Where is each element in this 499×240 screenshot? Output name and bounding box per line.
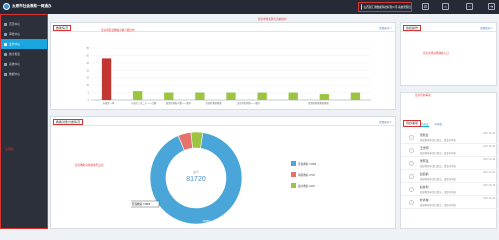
bar-晋源区[interactable] [257, 92, 267, 100]
sidebar-item-0[interactable]: 首页中心 [1, 19, 47, 29]
lock-icon[interactable]: ⊡ [422, 3, 429, 10]
y-tick-label: 35 [86, 47, 89, 50]
sidebar: 首页中心 审批中心 业务中心 统计报表 系统中心 数据中心 左侧栏 [0, 14, 48, 229]
x-tick-label: 杏花岭救助救助 [205, 101, 222, 105]
legend-swatch-2 [291, 183, 296, 188]
bar-阳曲县[interactable] [319, 94, 329, 100]
bar-小店区[interactable] [101, 58, 112, 100]
bar-note: 显示各区县救助对象人数分布 [101, 29, 135, 32]
y-tick-label: 10 [86, 84, 89, 87]
bar-娄烦县[interactable] [350, 92, 361, 100]
list-item[interactable]: 王光明 低保救助申请已提交，请及时审批 2017-01-18 [401, 144, 498, 157]
donut-chart-panel: 救助对象分类情况 查看更多>> 显示救助对象各类型占比 总计 81720 低保救助 … [50, 116, 396, 229]
list-item[interactable]: 张新生 低保救助申请已提交，请及时审批 2017-01-18 [401, 131, 498, 144]
tools-panel: 快捷操作 查看更多>> 显示常用功能快捷入口 [400, 22, 497, 86]
menu-icon [4, 32, 7, 36]
tools-note: 显示常用功能快捷入口 [423, 52, 449, 55]
bar-清徐县[interactable] [288, 92, 298, 100]
bar-尖草坪区[interactable] [226, 92, 236, 100]
top-bar: 太原市社会救助一网通办 山西瑞汇通数据科技有限公司 系统管理员 ⊡ ⌂ ⋯ ➜ [0, 0, 499, 14]
message-icon[interactable]: ⋯ [466, 3, 473, 10]
todo-panel: 显示待办事项 待办事项 待审批 已审批 张新生 低保救助申请已提交，请及时审批 20… [400, 92, 498, 229]
donut-panel-title: 救助对象分类情况 [53, 118, 84, 125]
sidebar-item-3[interactable]: 统计报表 [1, 49, 47, 59]
app-logo [3, 3, 10, 10]
status-circle-icon [409, 187, 414, 192]
todo-panel-header: 待办事项 [401, 93, 496, 127]
menu-icon [4, 52, 7, 56]
legend-swatch-0 [291, 161, 296, 166]
status-circle-icon [409, 200, 414, 205]
donut-legend: 低保救助 74585 特困救助 3735 临时救助 3400 [291, 161, 316, 194]
list-item[interactable]: 张有强 低保救助申请已提交，请及时审批 2017-01-18 [401, 157, 498, 170]
x-tick-label: 晋源区救助救助救助 [308, 101, 329, 105]
menu-icon [4, 72, 7, 76]
header-note: 显示单位名称与当前用户 [258, 18, 287, 21]
legend-swatch-1 [291, 172, 296, 177]
status-circle-icon [409, 174, 414, 179]
todo-list: 张新生 低保救助申请已提交，请及时审批 2017-01-18 王光明 低保救助申请已提… [401, 131, 498, 209]
bar-杏花岭区[interactable] [164, 92, 174, 100]
sidebar-item-2[interactable]: 业务中心 [1, 39, 47, 49]
x-tick-label: 市辖区一率 [103, 101, 115, 105]
status-circle-icon [409, 148, 414, 153]
donut-more-link[interactable]: 查看更多>> [379, 120, 392, 124]
sidebar-menu: 首页中心 审批中心 业务中心 统计报表 系统中心 数据中心 [1, 19, 47, 79]
slice-value-label: 74585 [202, 219, 210, 223]
sidebar-note: 左侧栏 [5, 147, 15, 151]
list-item[interactable]: 赵丽娟 低保救助申请已提交，请及时审批 2017-01-18 [401, 170, 498, 183]
user-text: 山西瑞汇通数据科技有限公司 系统管理员 [363, 6, 411, 9]
legend-item-1[interactable]: 特困救助 3735 [291, 172, 316, 177]
legend-item-0[interactable]: 低保救助 74585 [291, 161, 316, 166]
y-tick-label: 25 [86, 62, 89, 65]
bar-more-link[interactable]: 查看更多>> [379, 26, 392, 30]
menu-icon [4, 62, 7, 66]
status-circle-icon [409, 161, 414, 166]
current-user[interactable]: 山西瑞汇通数据科技有限公司 系统管理员 [358, 2, 412, 12]
menu-icon [4, 42, 7, 46]
bar-panel-title: 救助情况 [53, 24, 72, 31]
menu-icon [4, 22, 7, 26]
list-item[interactable]: 赵友利 低保救助申请已提交，请及时审批 2017-01-18 [401, 183, 498, 196]
status-circle-icon [409, 135, 414, 140]
tab-approved[interactable]: 已审批 [435, 122, 443, 127]
home-icon[interactable]: ⌂ [442, 3, 449, 10]
x-tick-label: 迎泽区救助人数一一量号 [166, 101, 192, 105]
todo-tabs-bar: 待审批 已审批 [401, 117, 498, 129]
logout-icon[interactable]: ➜ [488, 3, 495, 10]
slice-2[interactable] [190, 131, 204, 149]
tab-pending[interactable]: 待审批 [421, 122, 429, 127]
y-tick-label: 20 [86, 69, 89, 72]
bar-chart: 0 5 10 15 20 25 30 35 市辖区一率 小店区三月二十一一日期 迎泽区救助人数一一量… [86, 47, 371, 105]
sidebar-item-5[interactable]: 数据中心 [1, 69, 47, 79]
tools-more-link[interactable]: 查看更多>> [480, 26, 493, 30]
x-tick-label: 小店区三月二十一一日期 [131, 101, 157, 105]
list-item[interactable]: 朴清城 低保救助申请已提交，请及时审批 2017-01-18 [401, 196, 498, 209]
donut-note: 显示救助对象各类型占比 [75, 164, 104, 167]
y-tick-label: 30 [86, 54, 89, 57]
avatar [361, 4, 362, 10]
todo-tabs: 待审批 已审批 [421, 122, 442, 127]
y-tick-label: 5 [88, 92, 90, 95]
app-title: 太原市社会救助一网通办 [12, 4, 52, 8]
x-tick-label: 尖草坪区救助一一量号 [237, 101, 261, 105]
donut-chart: 总计 81720 低保救助 74585 74585 [131, 131, 243, 225]
donut-center-value: 81720 [186, 176, 206, 183]
tools-panel-title: 快捷操作 [403, 24, 422, 31]
y-tick-label: 0 [88, 99, 90, 102]
bar-迎泽区[interactable] [133, 91, 143, 100]
legend-item-2[interactable]: 临时救助 3400 [291, 183, 316, 188]
donut-center-label: 总计 [193, 169, 199, 174]
donut-panel-header: 救助对象分类情况 查看更多>> [51, 117, 395, 126]
donut-tooltip-text: 低保救助 74585 [132, 202, 151, 206]
sidebar-item-4[interactable]: 系统中心 [1, 59, 47, 69]
bar-chart-panel: 救助情况 查看更多>> 0 5 10 15 20 25 30 35 市辖区一率 小店区三月二十一一… [50, 22, 396, 110]
sidebar-item-1[interactable]: 审批中心 [1, 29, 47, 39]
tools-panel-header: 快捷操作 查看更多>> [401, 23, 496, 32]
y-tick-label: 15 [86, 77, 89, 80]
bar-万柏林区[interactable] [195, 92, 205, 100]
